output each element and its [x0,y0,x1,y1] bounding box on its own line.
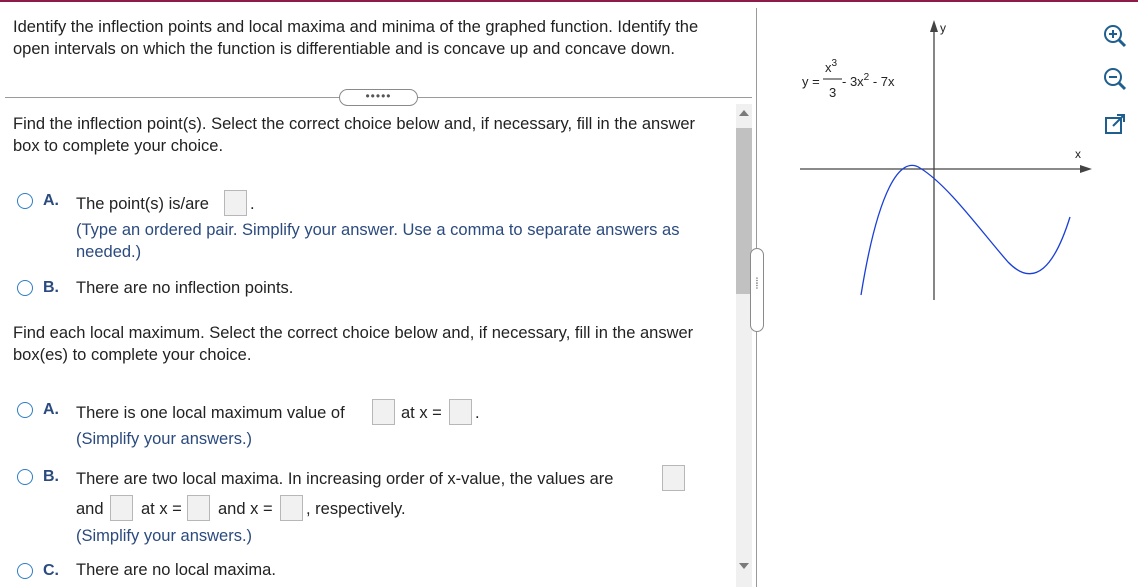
part2-choice-c-letter: C. [43,562,59,579]
part1-choice-b-letter: B. [43,279,59,296]
part1-choice-a-text: The point(s) is/are [76,195,209,213]
part1-prompt: Find the inflection point(s). Select the… [13,115,696,155]
zoom-out-icon[interactable] [1103,67,1127,91]
part2-b-value2-box[interactable] [110,495,133,521]
y-axis-arrow-icon [930,20,938,32]
period: . [250,195,255,213]
part1-choice-b-text: There are no inflection points. [76,279,294,297]
part2-choice-c-radio[interactable] [17,563,33,579]
expand-button[interactable]: ••••• [339,89,418,106]
part2-choice-b-radio[interactable] [17,469,33,485]
rest-a: - 3x [842,74,864,89]
part2-choice-b-hint: (Simplify your answers.) [76,527,253,545]
x-axis-label: x [1075,147,1081,161]
part2-b-value1-box[interactable] [662,465,685,491]
part2-choice-b-letter: B. [43,468,59,485]
part2-b-and: and [76,500,104,518]
function-curve [860,164,1071,296]
x-axis-arrow-icon [1080,165,1092,173]
numerator-exponent: 3 [832,58,838,69]
equation-y-prefix: y = [802,74,820,89]
part2-choice-a-letter: A. [43,401,59,418]
scroll-down-arrow-icon[interactable] [739,563,749,569]
period: . [475,404,480,422]
part2-b-respectively: , respectively. [306,500,406,518]
y-axis-label: y [940,21,946,35]
part2-a-x-box[interactable] [449,399,472,425]
part2-choice-a-hint: (Simplify your answers.) [76,430,253,448]
scroll-up-arrow-icon[interactable] [739,110,749,116]
question-pane: Identify the inflection points and local… [0,0,756,587]
part2-choice-b-text: There are two local maxima. In increasin… [76,470,614,488]
part2-choice-a-text: There is one local maximum value of [76,404,345,422]
part2-a-at-x: at x = [401,404,442,422]
part2-prompt: Find each local maximum. Select the corr… [13,324,694,364]
equation-denominator: 3 [829,85,836,100]
part2-b-and-x: and x = [218,500,273,518]
part2-choice-a-radio[interactable] [17,402,33,418]
part2-b-x1-box[interactable] [187,495,210,521]
question-intro: Identify the inflection points and local… [13,18,699,58]
rest-b: - 7x [869,74,895,89]
part1-choice-b-radio[interactable] [17,280,33,296]
part2-b-x2-box[interactable] [280,495,303,521]
part2-choice-c-text: There are no local maxima. [76,561,276,579]
part1-choice-a-hint: (Type an ordered pair. Simplify your ans… [76,221,680,261]
part1-choice-a-letter: A. [43,192,59,209]
part1-answer-box[interactable] [224,190,247,216]
equation-rest: - 3x2 - 7x [842,72,895,89]
popout-icon[interactable] [1103,112,1127,136]
part2-a-max-value-box[interactable] [372,399,395,425]
part2-b-at-x: at x = [141,500,182,518]
part1-choice-a-radio[interactable] [17,193,33,209]
zoom-in-icon[interactable] [1103,24,1127,48]
pane-resize-handle[interactable]: ⁝ ⁝ [750,248,764,332]
function-graph: y = x3 3 - 3x2 - 7x x y [800,20,1092,300]
equation-numerator: x3 [825,58,838,75]
